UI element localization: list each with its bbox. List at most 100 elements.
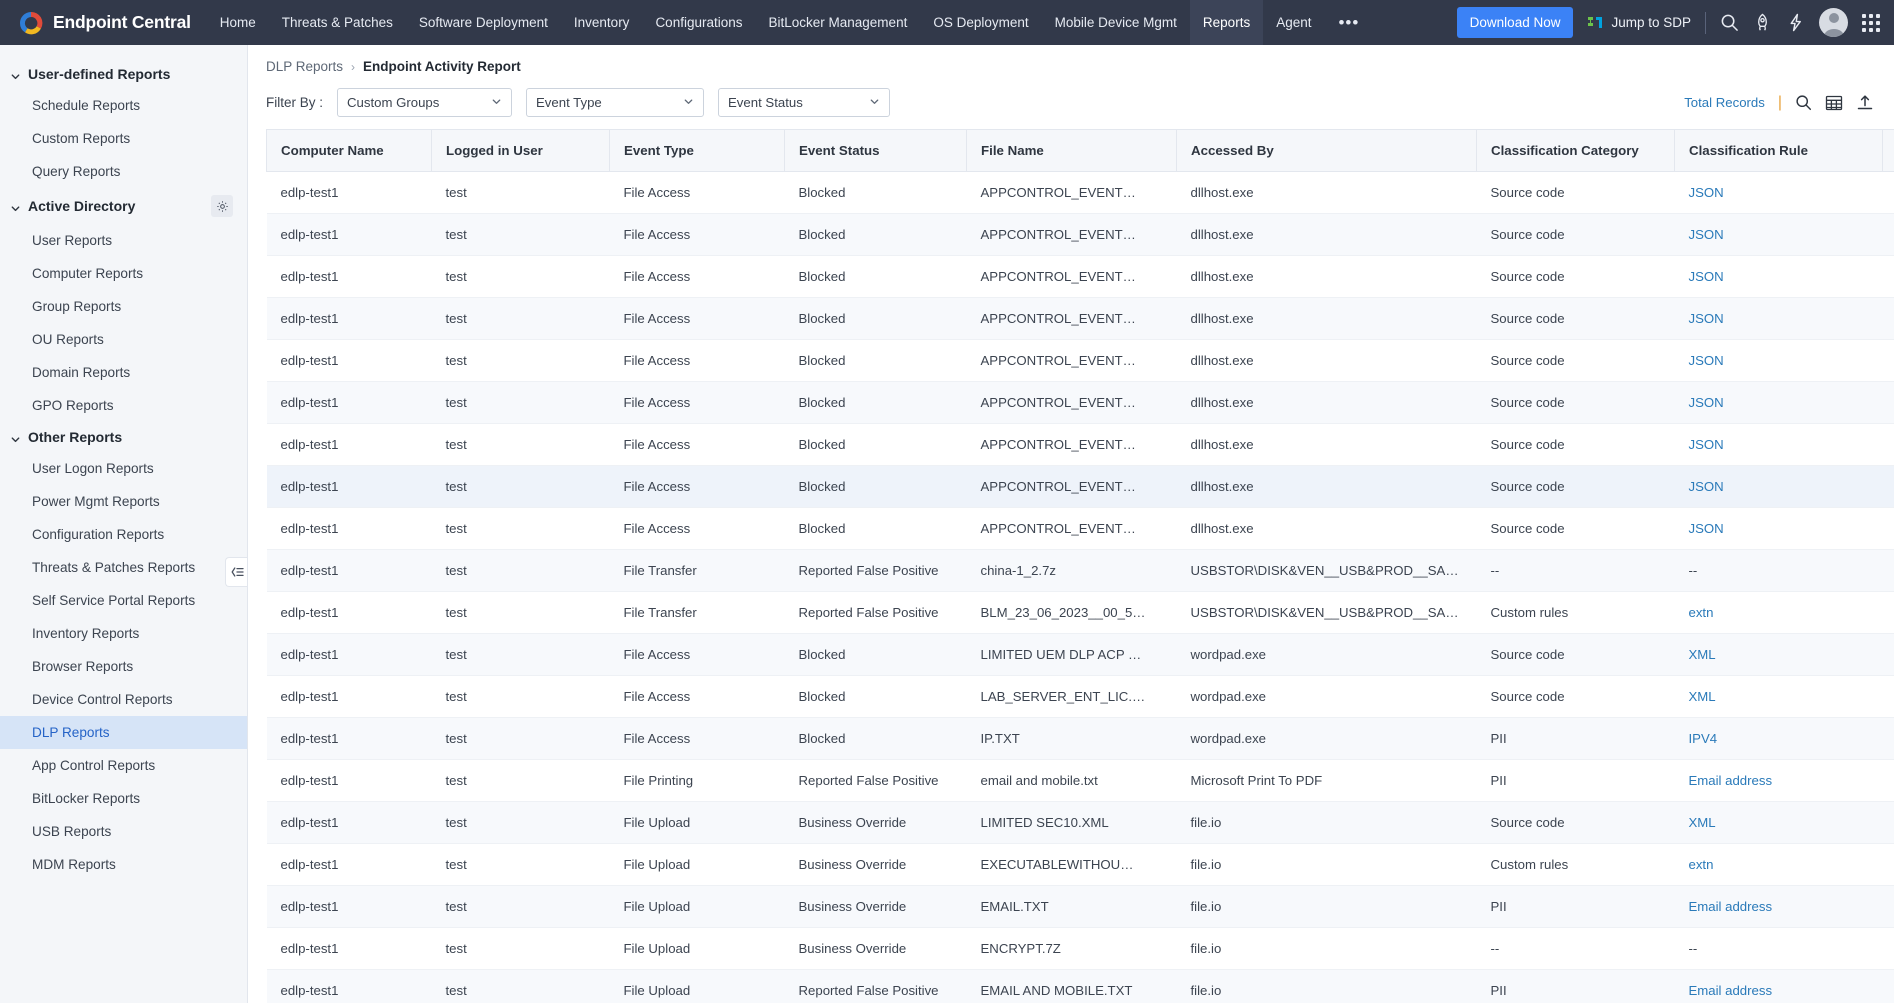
- column-header-event-status[interactable]: Event Status: [784, 129, 967, 172]
- nav-item-reports[interactable]: Reports: [1189, 0, 1264, 45]
- nav-item-agent[interactable]: Agent: [1263, 0, 1324, 45]
- avatar[interactable]: [1819, 8, 1848, 37]
- sidebar-item-domain-reports[interactable]: Domain Reports: [0, 356, 247, 389]
- classification-rule-link[interactable]: Email address: [1689, 773, 1773, 788]
- sidebar-item-group-reports[interactable]: Group Reports: [0, 290, 247, 323]
- sidebar-item-user-logon-reports[interactable]: User Logon Reports: [0, 452, 247, 485]
- table-row[interactable]: edlp-test1 test File Access Blocked APPCONTR…: [266, 465, 1894, 508]
- sidebar-group-other-reports[interactable]: Other Reports: [0, 422, 247, 452]
- sidebar-item-custom-reports[interactable]: Custom Reports: [0, 122, 247, 155]
- classification-rule-link[interactable]: JSON: [1689, 479, 1724, 494]
- gear-icon[interactable]: [211, 195, 233, 217]
- nav-item-configurations[interactable]: Configurations: [642, 0, 755, 45]
- cell-classification-rule[interactable]: JSON: [1674, 255, 1883, 298]
- table-row[interactable]: edlp-test1 test File Upload Business Overri…: [266, 801, 1894, 844]
- classification-rule-link[interactable]: JSON: [1689, 311, 1724, 326]
- sidebar-item-gpo-reports[interactable]: GPO Reports: [0, 389, 247, 422]
- cell-classification-rule[interactable]: JSON: [1674, 339, 1883, 382]
- download-now-button[interactable]: Download Now: [1456, 7, 1574, 38]
- table-row[interactable]: edlp-test1 test File Access Blocked APPCONTR…: [266, 423, 1894, 466]
- classification-rule-link[interactable]: Email address: [1689, 899, 1773, 914]
- table-row[interactable]: edlp-test1 test File Access Blocked APPCONTR…: [266, 381, 1894, 424]
- column-header-event-type[interactable]: Event Type: [609, 129, 785, 172]
- table-search-icon[interactable]: [1795, 94, 1812, 111]
- breadcrumb-parent[interactable]: DLP Reports: [266, 59, 343, 74]
- sidebar-item-browser-reports[interactable]: Browser Reports: [0, 650, 247, 683]
- sidebar-item-user-reports[interactable]: User Reports: [0, 224, 247, 257]
- sidebar-item-usb-reports[interactable]: USB Reports: [0, 815, 247, 848]
- sidebar-item-power-mgmt-reports[interactable]: Power Mgmt Reports: [0, 485, 247, 518]
- column-header-computer-name[interactable]: Computer Name: [266, 129, 432, 172]
- lightning-icon[interactable]: [1786, 13, 1805, 32]
- classification-rule-link[interactable]: XML: [1689, 815, 1716, 830]
- sidebar-item-threats-patches-reports[interactable]: Threats & Patches Reports: [0, 551, 247, 584]
- classification-rule-link[interactable]: JSON: [1689, 185, 1724, 200]
- cell-classification-rule[interactable]: XML: [1674, 675, 1883, 718]
- cell-classification-rule[interactable]: Email address: [1674, 969, 1883, 1003]
- nav-item-home[interactable]: Home: [207, 0, 269, 45]
- table-row[interactable]: edlp-test1 test File Access Blocked APPCONTR…: [266, 171, 1894, 214]
- table-row[interactable]: edlp-test1 test File Access Blocked LIMITED …: [266, 633, 1894, 676]
- sidebar-item-computer-reports[interactable]: Computer Reports: [0, 257, 247, 290]
- sidebar-item-inventory-reports[interactable]: Inventory Reports: [0, 617, 247, 650]
- nav-item-os-deployment[interactable]: OS Deployment: [920, 0, 1041, 45]
- cell-classification-rule[interactable]: Email address: [1674, 885, 1883, 928]
- event-status-select[interactable]: Event Status: [718, 88, 891, 117]
- sidebar-item-device-control-reports[interactable]: Device Control Reports: [0, 683, 247, 716]
- table-row[interactable]: edlp-test1 test File Upload Business Overri…: [266, 927, 1894, 970]
- sidebar-item-configuration-reports[interactable]: Configuration Reports: [0, 518, 247, 551]
- sidebar-item-self-service-portal-reports[interactable]: Self Service Portal Reports: [0, 584, 247, 617]
- cell-classification-rule[interactable]: JSON: [1674, 213, 1883, 256]
- table-row[interactable]: edlp-test1 test File Transfer Reported Fals…: [266, 591, 1894, 634]
- column-header-event-time[interactable]: Event Time: [1882, 129, 1894, 172]
- column-settings-icon[interactable]: [1825, 94, 1843, 112]
- total-records-link[interactable]: Total Records: [1684, 95, 1765, 110]
- table-row[interactable]: edlp-test1 test File Access Blocked APPCONTR…: [266, 213, 1894, 256]
- table-row[interactable]: edlp-test1 test File Upload Business Overri…: [266, 885, 1894, 928]
- nav-more-icon[interactable]: •••: [1324, 0, 1373, 45]
- cell-classification-rule[interactable]: JSON: [1674, 381, 1883, 424]
- apps-grid-icon[interactable]: [1862, 13, 1880, 32]
- report-table-container[interactable]: Computer Name Logged in User Event Type …: [248, 129, 1894, 1003]
- classification-rule-link[interactable]: JSON: [1689, 395, 1724, 410]
- sidebar-item-ou-reports[interactable]: OU Reports: [0, 323, 247, 356]
- export-icon[interactable]: [1856, 94, 1874, 112]
- cell-classification-rule[interactable]: extn: [1674, 843, 1883, 886]
- column-header-logged-in-user[interactable]: Logged in User: [431, 129, 610, 172]
- cell-classification-rule[interactable]: JSON: [1674, 507, 1883, 550]
- table-row[interactable]: edlp-test1 test File Access Blocked APPCONTR…: [266, 339, 1894, 382]
- table-row[interactable]: edlp-test1 test File Upload Reported False …: [266, 969, 1894, 1003]
- jump-to-sdp-link[interactable]: Jump to SDP: [1587, 15, 1691, 31]
- table-row[interactable]: edlp-test1 test File Printing Reported Fals…: [266, 759, 1894, 802]
- classification-rule-link[interactable]: JSON: [1689, 353, 1724, 368]
- cell-classification-rule[interactable]: extn: [1674, 591, 1883, 634]
- custom-groups-select[interactable]: Custom Groups: [337, 88, 513, 117]
- column-header-classification-category[interactable]: Classification Category: [1476, 129, 1675, 172]
- table-row[interactable]: edlp-test1 test File Access Blocked LAB_SERV…: [266, 675, 1894, 718]
- nav-item-bitlocker-management[interactable]: BitLocker Management: [756, 0, 921, 45]
- nav-item-inventory[interactable]: Inventory: [561, 0, 643, 45]
- sidebar-item-dlp-reports[interactable]: DLP Reports: [0, 716, 247, 749]
- cell-classification-rule[interactable]: IPV4: [1674, 717, 1883, 760]
- sidebar-item-app-control-reports[interactable]: App Control Reports: [0, 749, 247, 782]
- cell-classification-rule[interactable]: JSON: [1674, 297, 1883, 340]
- search-icon[interactable]: [1720, 13, 1739, 32]
- classification-rule-link[interactable]: extn: [1689, 857, 1714, 872]
- classification-rule-link[interactable]: JSON: [1689, 269, 1724, 284]
- table-row[interactable]: edlp-test1 test File Access Blocked IP.TXT wo…: [266, 717, 1894, 760]
- classification-rule-link[interactable]: JSON: [1689, 521, 1724, 536]
- table-row[interactable]: edlp-test1 test File Upload Business Overri…: [266, 843, 1894, 886]
- classification-rule-link[interactable]: Email address: [1689, 983, 1773, 998]
- table-row[interactable]: edlp-test1 test File Access Blocked APPCONTR…: [266, 255, 1894, 298]
- nav-item-mobile-device-mgmt[interactable]: Mobile Device Mgmt: [1042, 0, 1190, 45]
- classification-rule-link[interactable]: JSON: [1689, 437, 1724, 452]
- cell-classification-rule[interactable]: JSON: [1674, 171, 1883, 214]
- cell-classification-rule[interactable]: XML: [1674, 633, 1883, 676]
- sidebar-group-user-defined-reports[interactable]: User-defined Reports: [0, 59, 247, 89]
- brand-logo-area[interactable]: Endpoint Central: [0, 0, 207, 45]
- rocket-icon[interactable]: [1753, 13, 1772, 32]
- cell-classification-rule[interactable]: Email address: [1674, 759, 1883, 802]
- classification-rule-link[interactable]: IPV4: [1689, 731, 1718, 746]
- column-header-file-name[interactable]: File Name: [966, 129, 1177, 172]
- classification-rule-link[interactable]: XML: [1689, 689, 1716, 704]
